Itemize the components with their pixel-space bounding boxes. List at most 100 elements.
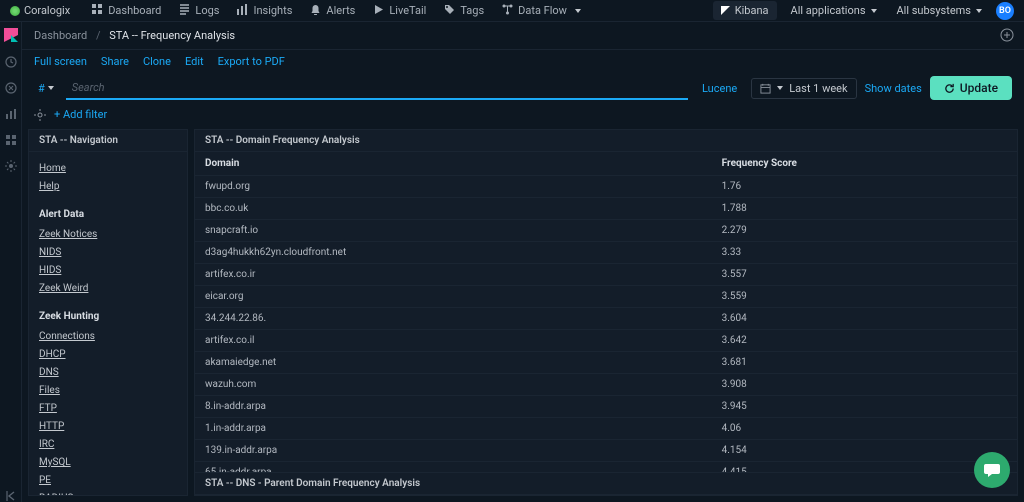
breadcrumb-root[interactable]: Dashboard xyxy=(34,29,87,42)
chevron-down-icon xyxy=(48,86,54,90)
chat-icon xyxy=(983,461,1001,479)
export-pdf-link[interactable]: Export to PDF xyxy=(218,55,285,68)
table-cell: 3.33 xyxy=(712,242,1017,264)
logs-icon xyxy=(179,4,190,18)
kibana-button[interactable]: Kibana xyxy=(713,1,777,20)
column-header[interactable]: Domain xyxy=(195,152,712,176)
table-cell: 34.244.22.86. xyxy=(195,308,712,330)
nav-link-connections[interactable]: Connections xyxy=(39,328,177,346)
nav-insights[interactable]: Insights xyxy=(229,1,300,21)
nav-dashboard[interactable]: Dashboard xyxy=(84,1,169,21)
table-cell: 3.559 xyxy=(712,286,1017,308)
table-row[interactable]: 34.244.22.86.3.604 xyxy=(195,308,1017,330)
update-label: Update xyxy=(960,81,998,95)
subsystems-dropdown[interactable]: All subsystems xyxy=(891,1,989,20)
table-row[interactable]: akamaiedge.net3.681 xyxy=(195,352,1017,374)
nav-link-pe[interactable]: PE xyxy=(39,472,177,490)
date-picker[interactable]: Last 1 week xyxy=(751,78,856,99)
table-row[interactable]: snapcraft.io2.279 xyxy=(195,220,1017,242)
insights-icon xyxy=(237,4,248,18)
add-panel-icon[interactable] xyxy=(1000,28,1014,42)
nav-label: Tags xyxy=(460,4,484,17)
nav-link-zeekweird[interactable]: Zeek Weird xyxy=(39,280,177,298)
table-row[interactable]: 8.in-addr.arpa3.945 xyxy=(195,396,1017,418)
table-cell: 139.in-addr.arpa xyxy=(195,440,712,462)
nav-livetail[interactable]: LiveTail xyxy=(365,1,434,21)
discover-icon[interactable] xyxy=(5,82,17,94)
table-row[interactable]: 1.in-addr.arpa4.06 xyxy=(195,418,1017,440)
visualize-icon[interactable] xyxy=(5,108,17,120)
table-row[interactable]: 139.in-addr.arpa4.154 xyxy=(195,440,1017,462)
avatar[interactable]: BO xyxy=(996,2,1014,20)
nav-label: Alerts xyxy=(326,4,355,17)
edit-link[interactable]: Edit xyxy=(185,55,204,68)
applications-dropdown[interactable]: All applications xyxy=(785,1,883,20)
collapse-icon[interactable] xyxy=(5,490,17,502)
nav-link-http[interactable]: HTTP xyxy=(39,418,177,436)
filter-settings-icon[interactable] xyxy=(34,109,46,121)
nav-link-help[interactable]: Help xyxy=(39,178,177,196)
table-cell: 3.945 xyxy=(712,396,1017,418)
nav-link-home[interactable]: Home xyxy=(39,160,177,178)
nav-tags[interactable]: Tags xyxy=(436,1,492,21)
table-cell: artifex.co.il xyxy=(195,330,712,352)
management-icon[interactable] xyxy=(5,160,17,172)
update-button[interactable]: Update xyxy=(930,76,1012,100)
nav-link-zeeknotices[interactable]: Zeek Notices xyxy=(39,226,177,244)
tags-icon xyxy=(444,4,455,18)
brand-logo[interactable]: Coralogix xyxy=(10,4,70,17)
share-link[interactable]: Share xyxy=(101,55,129,68)
recent-icon[interactable] xyxy=(5,56,17,68)
chevron-down-icon xyxy=(976,9,982,13)
table-cell: 4.06 xyxy=(712,418,1017,440)
nav-section-heading: Zeek Hunting xyxy=(39,308,177,326)
table-row[interactable]: fwupd.org1.76 xyxy=(195,176,1017,198)
query-language-toggle[interactable]: Lucene xyxy=(696,82,743,95)
table-row[interactable]: wazuh.com3.908 xyxy=(195,374,1017,396)
kibana-icon xyxy=(721,6,730,15)
nav-alerts[interactable]: Alerts xyxy=(302,1,363,21)
dashboard-icon[interactable] xyxy=(5,134,17,146)
nav-dataflow[interactable]: Data Flow xyxy=(494,1,589,21)
table-row[interactable]: 65.in-addr.arpa4.415 xyxy=(195,462,1017,473)
chevron-down-icon xyxy=(871,9,877,13)
table-row[interactable]: artifex.co.il3.642 xyxy=(195,330,1017,352)
table-cell: 65.in-addr.arpa xyxy=(195,462,712,473)
table-row[interactable]: eicar.org3.559 xyxy=(195,286,1017,308)
nav-link-nids[interactable]: NIDS xyxy=(39,244,177,262)
table-cell: 1.788 xyxy=(712,198,1017,220)
table-row[interactable]: artifex.co.ir3.557 xyxy=(195,264,1017,286)
saved-query-button[interactable]: # xyxy=(34,82,58,95)
chat-fab[interactable] xyxy=(974,452,1010,488)
clone-link[interactable]: Clone xyxy=(143,55,171,68)
nav-logs[interactable]: Logs xyxy=(171,1,227,21)
add-filter-link[interactable]: + Add filter xyxy=(54,108,107,121)
chevron-down-icon xyxy=(777,86,783,90)
table-cell: 3.557 xyxy=(712,264,1017,286)
nav-link-mysql[interactable]: MySQL xyxy=(39,454,177,472)
table-cell: 1.in-addr.arpa xyxy=(195,418,712,440)
table-row[interactable]: bbc.co.uk1.788 xyxy=(195,198,1017,220)
brand-icon xyxy=(10,6,20,16)
nav-link-files[interactable]: Files xyxy=(39,382,177,400)
nav-label: Logs xyxy=(195,4,219,17)
applications-label: All applications xyxy=(791,4,866,17)
nav-link-irc[interactable]: IRC xyxy=(39,436,177,454)
table-cell: 3.908 xyxy=(712,374,1017,396)
nav-link-dhcp[interactable]: DHCP xyxy=(39,346,177,364)
table-cell: fwupd.org xyxy=(195,176,712,198)
nav-link-radius[interactable]: RADIUS xyxy=(39,490,177,495)
search-input[interactable] xyxy=(66,77,688,100)
date-range-label: Last 1 week xyxy=(789,82,847,95)
nav-link-hids[interactable]: HIDS xyxy=(39,262,177,280)
column-header[interactable]: Frequency Score xyxy=(712,152,1017,176)
table-cell: 4.154 xyxy=(712,440,1017,462)
full-screen-link[interactable]: Full screen xyxy=(34,55,87,68)
show-dates-link[interactable]: Show dates xyxy=(865,82,922,95)
nav-link-ftp[interactable]: FTP xyxy=(39,400,177,418)
table-cell: eicar.org xyxy=(195,286,712,308)
navigation-panel: STA -- Navigation HomeHelpAlert DataZeek… xyxy=(28,129,188,496)
kibana-rail-logo[interactable] xyxy=(4,28,18,42)
table-row[interactable]: d3ag4hukkh62yn.cloudfront.net3.33 xyxy=(195,242,1017,264)
nav-link-dns[interactable]: DNS xyxy=(39,364,177,382)
